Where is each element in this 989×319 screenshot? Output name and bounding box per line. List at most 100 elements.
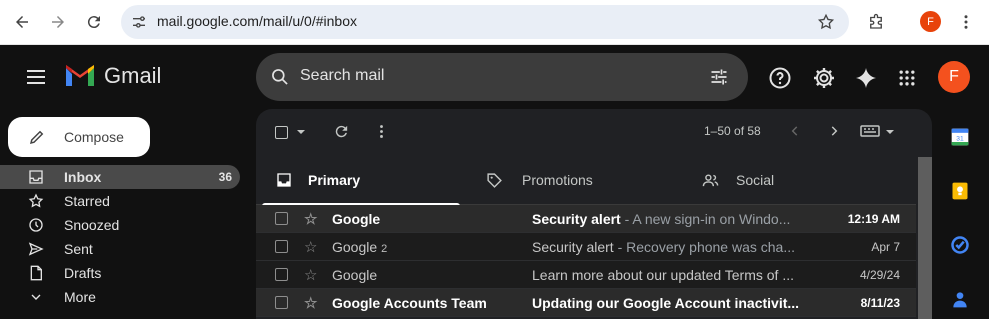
sidebar-item-label: Drafts — [64, 265, 102, 281]
kebab-menu-icon — [964, 15, 968, 29]
puzzle-icon — [870, 13, 882, 29]
tab-promotions[interactable]: Promotions — [478, 155, 676, 205]
address-bar[interactable]: mail.google.com/mail/u/0/#inbox — [121, 5, 849, 39]
sidebar-item-sent[interactable]: Sent — [0, 237, 240, 261]
browser-profile-avatar[interactable]: F — [920, 11, 941, 32]
email-date: 12:19 AM — [847, 212, 900, 226]
compose-button[interactable]: Compose — [8, 117, 150, 157]
email-subject-line: Security alert - A new sign-in on Windo.… — [532, 211, 808, 227]
email-sender: Google — [332, 267, 378, 283]
browser-menu-button[interactable] — [952, 8, 980, 36]
arrow-right-icon — [52, 16, 64, 28]
reload-button[interactable] — [80, 8, 108, 36]
send-icon — [28, 242, 44, 256]
tab-social[interactable]: Social — [694, 155, 892, 205]
caret-down-icon[interactable] — [296, 127, 306, 137]
inbox-tabs: Primary Promotions Social — [256, 155, 916, 206]
site-settings-icon[interactable] — [131, 14, 147, 30]
chevron-right-icon[interactable] — [827, 124, 841, 138]
caret-down-icon[interactable] — [885, 127, 895, 137]
search-bar[interactable]: Search mail — [256, 53, 748, 101]
keep-icon[interactable] — [950, 181, 970, 201]
refresh-icon[interactable] — [333, 123, 350, 140]
email-date: Apr 7 — [871, 240, 900, 254]
apps-button[interactable] — [894, 65, 920, 91]
sparkle-icon — [856, 68, 876, 88]
clock-icon — [29, 218, 43, 232]
star-icon[interactable]: ☆ — [304, 238, 317, 256]
email-subject: Updating our Google Account inactivit... — [532, 295, 800, 311]
app-name: Gmail — [104, 63, 162, 88]
bookmark-star-icon[interactable] — [817, 13, 835, 31]
sidebar-item-label: Starred — [64, 193, 110, 209]
settings-button[interactable] — [811, 65, 837, 91]
main-menu-icon[interactable] — [24, 65, 48, 89]
row-checkbox[interactable] — [275, 268, 288, 281]
row-checkbox[interactable] — [275, 240, 288, 253]
tab-primary[interactable]: Primary — [262, 155, 460, 206]
thread-count: 2 — [381, 243, 388, 255]
people-icon — [702, 174, 719, 187]
draft-icon — [30, 265, 42, 281]
search-icon[interactable] — [270, 67, 290, 87]
support-button[interactable] — [767, 65, 793, 91]
email-sender: Google Accounts Team — [332, 295, 487, 311]
unread-count: 36 — [218, 170, 232, 184]
email-row[interactable]: ☆ Google 2 Security alert - Recovery phon… — [256, 233, 916, 261]
back-button[interactable] — [8, 8, 36, 36]
svg-text:31: 31 — [956, 135, 964, 142]
email-row[interactable]: ☆ Google Security alert - A new sign-in … — [256, 205, 916, 233]
compose-label: Compose — [64, 129, 124, 145]
gemini-button[interactable] — [853, 65, 879, 91]
sidebar-item-inbox[interactable]: Inbox 36 — [0, 165, 240, 189]
sidebar-item-label: Sent — [64, 241, 93, 257]
inbox-icon — [277, 173, 291, 187]
tab-label: Promotions — [522, 172, 593, 188]
keyboard-icon[interactable] — [860, 124, 880, 138]
more-actions-icon[interactable] — [373, 123, 390, 140]
sidebar-item-drafts[interactable]: Drafts — [0, 261, 240, 285]
arrow-left-icon — [16, 16, 28, 28]
pencil-icon — [29, 130, 44, 145]
star-icon[interactable]: ☆ — [304, 294, 317, 312]
email-subject: Learn more about our updated Terms of ..… — [532, 267, 795, 283]
email-date: 4/29/24 — [859, 268, 900, 282]
email-date: 8/11/23 — [860, 296, 900, 310]
chevron-left-icon[interactable] — [788, 124, 802, 138]
contacts-icon[interactable] — [950, 289, 970, 309]
gmail-logo[interactable]: Gmail — [64, 63, 161, 89]
tab-label: Primary — [308, 172, 361, 188]
sidebar-item-snoozed[interactable]: Snoozed — [0, 213, 240, 237]
sidebar-item-starred[interactable]: Starred — [0, 189, 240, 213]
email-row[interactable]: ☆ Google Learn more about our updated Te… — [256, 261, 916, 289]
sidebar-item-label: Snoozed — [64, 217, 120, 233]
forward-button[interactable] — [44, 8, 72, 36]
select-all-checkbox[interactable] — [275, 126, 288, 139]
tab-label: Social — [736, 172, 775, 188]
star-icon[interactable]: ☆ — [304, 210, 317, 228]
url-text[interactable]: mail.google.com/mail/u/0/#inbox — [157, 13, 357, 29]
gmail-m-icon — [66, 65, 94, 86]
email-subject: Security alert — [532, 211, 621, 227]
sender-name: Google — [332, 239, 378, 255]
row-checkbox[interactable] — [275, 296, 288, 309]
reload-icon — [87, 16, 100, 29]
pagination-text: 1–50 of 58 — [704, 124, 761, 138]
star-icon[interactable]: ☆ — [304, 266, 317, 284]
email-row[interactable]: ☆ Google Accounts Team Updating our Goog… — [256, 289, 916, 317]
email-snippet: - A new sign-in on Windo... — [620, 211, 791, 227]
side-panel: 31 — [942, 109, 989, 319]
browser-toolbar: mail.google.com/mail/u/0/#inbox F — [0, 0, 989, 45]
list-scrollbar[interactable] — [918, 157, 932, 319]
search-options-icon[interactable] — [709, 67, 729, 87]
apps-grid-icon — [899, 70, 915, 86]
extensions-button[interactable] — [862, 8, 890, 36]
search-input[interactable]: Search mail — [300, 67, 384, 85]
calendar-icon[interactable]: 31 — [950, 127, 970, 147]
email-subject-line: Learn more about our updated Terms of ..… — [532, 267, 808, 283]
row-checkbox[interactable] — [275, 212, 288, 225]
tasks-icon[interactable] — [950, 235, 970, 255]
account-avatar[interactable]: F — [938, 61, 970, 93]
email-subject-line: Updating our Google Account inactivit... — [532, 295, 808, 311]
sidebar-item-more[interactable]: More — [0, 285, 240, 309]
